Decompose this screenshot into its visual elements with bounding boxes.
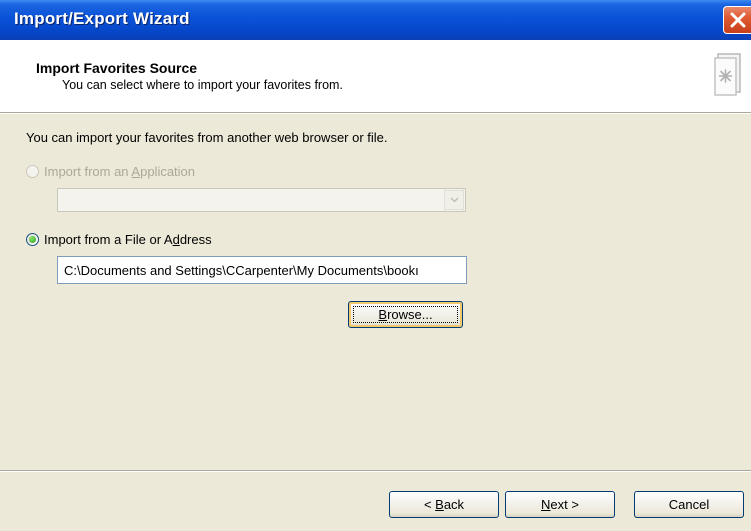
application-select[interactable] (57, 188, 466, 212)
back-button[interactable]: < Back (389, 491, 499, 518)
import-export-wizard-window: Import/Export Wizard Import Favorites So… (0, 0, 751, 531)
import-from-file-option[interactable]: Import from a File or Address (26, 232, 212, 247)
footer-divider (0, 470, 751, 472)
page-subtitle: You can select where to import your favo… (62, 78, 343, 92)
intro-text: You can import your favorites from anoth… (26, 130, 388, 145)
application-radio-label: Import from an Application (44, 164, 196, 179)
application-radio[interactable] (26, 165, 39, 178)
page-title: Import Favorites Source (36, 60, 198, 76)
wizard-header: Import Favorites Source You can select w… (0, 40, 751, 113)
title-bar[interactable]: Import/Export Wizard (0, 0, 751, 40)
window-title: Import/Export Wizard (14, 9, 190, 28)
file-path-input[interactable] (57, 256, 467, 284)
close-icon (730, 12, 746, 28)
browse-button[interactable]: Browse... (348, 301, 463, 328)
file-radio-label: Import from a File or Address (44, 232, 212, 247)
file-radio[interactable] (26, 233, 39, 246)
header-divider (0, 113, 751, 114)
next-button[interactable]: Next > (505, 491, 615, 518)
close-button[interactable] (723, 6, 751, 34)
chevron-down-icon (450, 197, 459, 203)
application-select-dropdown-button[interactable] (444, 190, 464, 210)
cancel-button[interactable]: Cancel (634, 491, 744, 518)
wizard-page-icon (714, 53, 741, 96)
import-from-application-option[interactable]: Import from an Application (26, 164, 195, 179)
